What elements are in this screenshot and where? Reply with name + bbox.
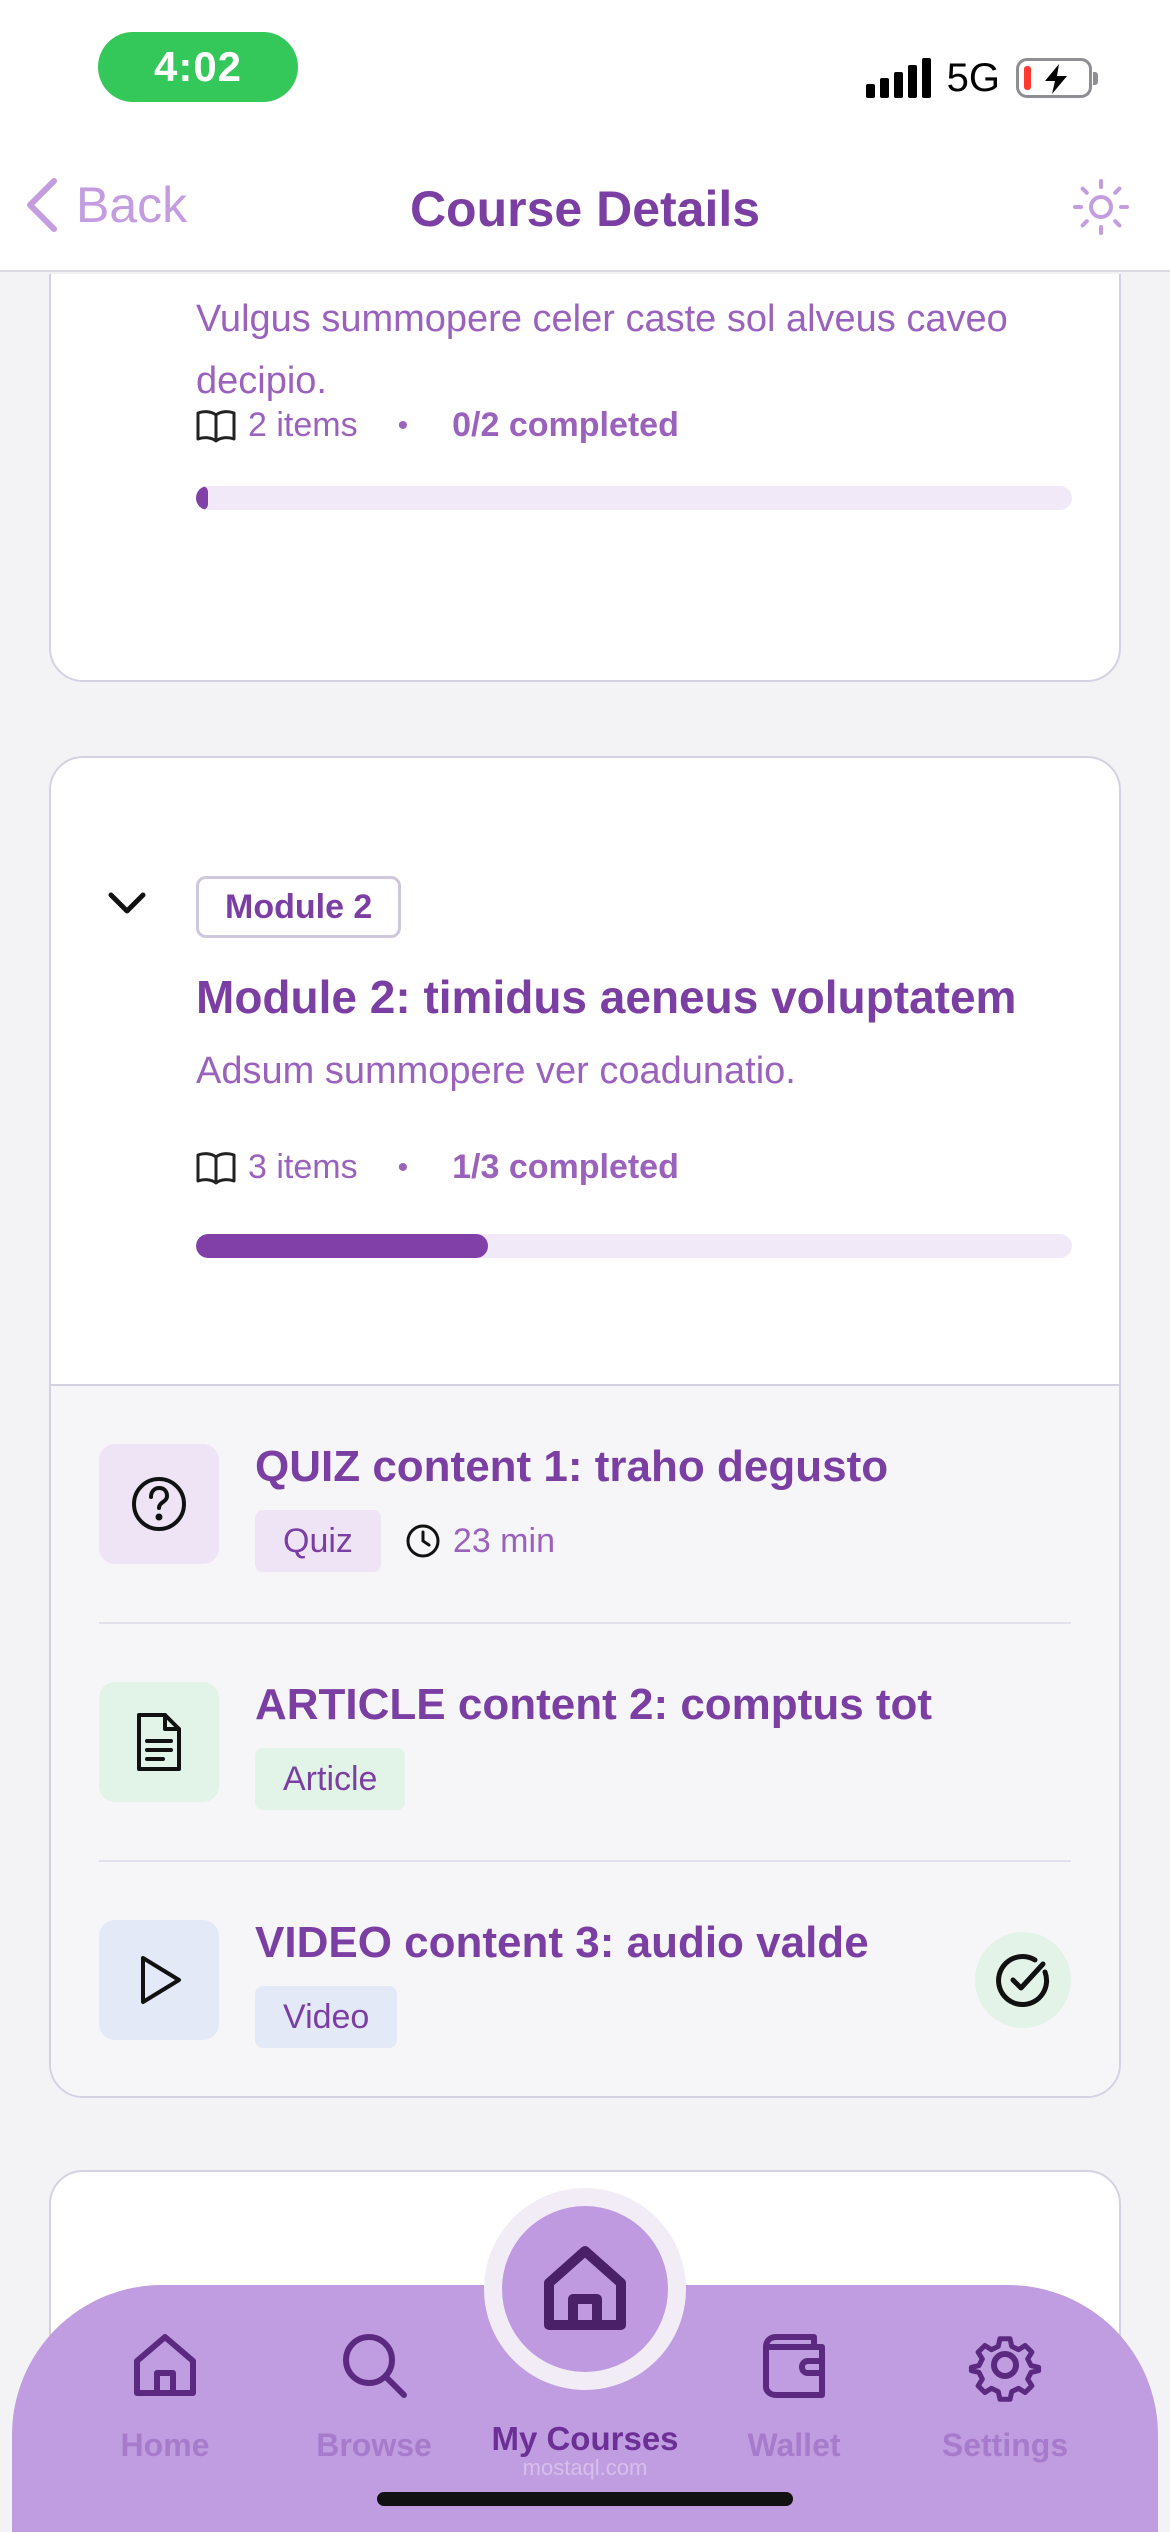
items-count: 2 items <box>248 406 358 444</box>
completed-count: 0/2 completed <box>452 406 679 444</box>
module-meta: 3 items • 1/3 completed <box>196 1148 679 1187</box>
check-circle-icon <box>996 1954 1050 2007</box>
gear-icon <box>968 2336 1042 2402</box>
module-title: Module 2: timidus aeneus voluptatem <box>196 971 1017 1023</box>
status-bar: 4:02 5G <box>0 0 1170 140</box>
chevron-down-icon[interactable] <box>106 888 148 918</box>
module-description: Vulgus summopere celer caste sol alveus … <box>196 298 1008 402</box>
module-meta: 2 items • 0/2 completed <box>196 406 679 445</box>
items-count: 3 items <box>248 1148 358 1186</box>
network-type: 5G <box>946 55 1000 100</box>
duration-text: 23 min <box>452 1521 555 1560</box>
sun-icon <box>1073 179 1129 235</box>
item-meta: Article <box>255 1748 406 1810</box>
module-card-2[interactable]: Module 2 Module 2: timidus aeneus volupt… <box>49 756 1121 2098</box>
item-title: ARTICLE content 2: comptus tot <box>255 1680 933 1729</box>
module-description: Adsum summopere ver coadunatio. <box>196 1050 796 1092</box>
tab-label-my-courses: My Courses <box>491 2420 679 2457</box>
item-type-tag: Video <box>255 1986 398 2048</box>
signal-icon <box>865 58 931 98</box>
meta-separator: • <box>397 408 409 442</box>
module-progress-bar <box>196 486 1072 510</box>
item-meta: Quiz 23 min <box>255 1510 555 1572</box>
module-badge: Module 2 <box>196 876 402 938</box>
battery-charging-icon <box>1016 58 1098 98</box>
tab-my-courses[interactable] <box>484 2188 686 2390</box>
my-courses-button[interactable] <box>502 2206 668 2372</box>
content-item-article[interactable]: ARTICLE content 2: comptus tot Article <box>99 1624 1071 1862</box>
progress-fill <box>196 1234 488 1258</box>
clock-icon <box>406 1524 440 1558</box>
home-indicator <box>377 2492 793 2506</box>
watermark: mostaql.com <box>522 2455 648 2480</box>
book-icon <box>196 409 236 442</box>
item-duration: 23 min <box>405 1522 555 1561</box>
item-icon-box <box>99 1682 219 1802</box>
meta-separator: • <box>397 1150 409 1184</box>
page-title: Course Details <box>409 181 761 237</box>
module-progress-bar <box>196 1234 1072 1258</box>
theme-toggle-button[interactable] <box>1072 178 1130 241</box>
content-item-list: QUIZ content 1: traho degusto Quiz 23 mi… <box>51 1384 1119 2096</box>
status-time: 4:02 <box>98 32 298 102</box>
book-icon <box>196 1151 236 1184</box>
module-header[interactable]: Module 2 Module 2: timidus aeneus volupt… <box>51 758 1119 1384</box>
module-card-1[interactable]: Vulgus summopere celer caste sol alveus … <box>49 274 1121 682</box>
search-icon <box>343 2334 407 2398</box>
home-icon <box>544 2246 626 2330</box>
progress-fill <box>196 486 208 510</box>
item-icon-box <box>99 1920 219 2040</box>
item-meta: Video <box>255 1986 398 2048</box>
item-type-tag: Quiz <box>255 1510 381 1572</box>
completed-check-badge <box>975 1932 1071 2028</box>
completed-count: 1/3 completed <box>452 1148 679 1186</box>
status-indicators: 5G <box>865 50 1098 106</box>
content-item-quiz[interactable]: QUIZ content 1: traho degusto Quiz 23 mi… <box>99 1386 1071 1624</box>
item-title: QUIZ content 1: traho degusto <box>255 1442 889 1491</box>
question-circle-icon <box>132 1477 186 1531</box>
wallet-icon <box>763 2334 825 2398</box>
item-type-tag: Article <box>255 1748 406 1810</box>
navigation-bar: Back Course Details <box>0 140 1170 272</box>
play-icon <box>141 1956 181 2004</box>
item-icon-box <box>99 1444 219 1564</box>
content-item-video[interactable]: VIDEO content 3: audio valde Video <box>99 1862 1071 2096</box>
home-icon <box>134 2334 196 2396</box>
document-icon <box>137 1713 181 1771</box>
item-title: VIDEO content 3: audio valde <box>255 1918 869 1967</box>
